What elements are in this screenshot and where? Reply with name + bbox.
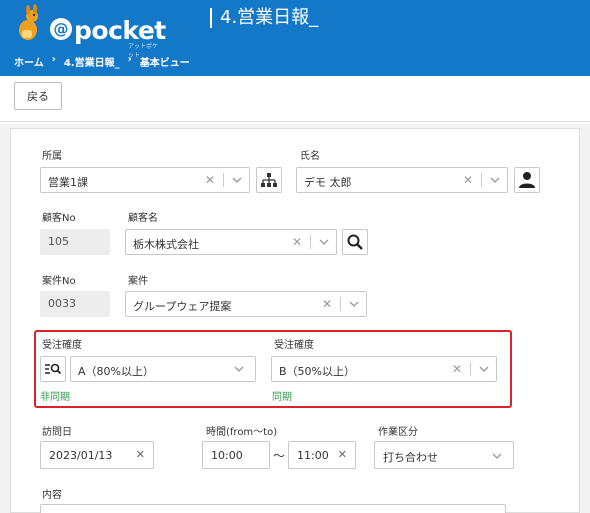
divider	[310, 235, 311, 249]
work-type-label: 作業区分	[378, 427, 418, 438]
name-label: 氏名	[300, 151, 320, 162]
customer-no-field: 105	[40, 229, 110, 255]
name-select[interactable]: デモ 太郎 ✕	[296, 167, 508, 193]
certainty-left-value: A（80%以上）	[78, 365, 154, 378]
org-chart-icon	[261, 173, 277, 187]
breadcrumb-view: 基本ビュー	[139, 58, 190, 69]
clear-icon[interactable]: ✕	[322, 297, 332, 311]
divider	[223, 173, 224, 187]
certainty-right-value: B（50%以上）	[279, 365, 355, 378]
divider	[470, 362, 471, 376]
clear-icon[interactable]: ✕	[136, 448, 145, 461]
time-range-separator: ～	[273, 449, 286, 463]
chevron-down-icon[interactable]	[478, 363, 490, 375]
clear-icon[interactable]: ✕	[452, 362, 462, 376]
toolbar	[0, 76, 590, 122]
async-label: 非同期	[40, 392, 70, 403]
visit-date-label: 訪問日	[42, 427, 72, 438]
logo-at-mark: @	[50, 18, 72, 40]
pocket-logo[interactable]: @ pocket アットポケット	[10, 4, 166, 59]
clear-icon[interactable]: ✕	[463, 173, 473, 187]
case-no-label: 案件No	[42, 276, 76, 287]
customer-search-button[interactable]	[342, 229, 368, 255]
certainty-left-select[interactable]: A（80%以上）	[70, 356, 256, 382]
department-value: 営業1課	[48, 176, 88, 189]
visit-date-input[interactable]: 2023/01/13 ✕	[40, 441, 154, 469]
clear-icon[interactable]: ✕	[292, 235, 302, 249]
customer-name-select[interactable]: 栃木株式会社 ✕	[125, 229, 337, 255]
divider	[340, 297, 341, 311]
user-picker-button[interactable]	[514, 167, 540, 193]
visit-date-value: 2023/01/13	[49, 449, 113, 462]
chevron-down-icon[interactable]	[231, 174, 243, 186]
divider	[481, 173, 482, 187]
app-header: @ pocket アットポケット 4.営業日報_ ホーム › 4.営業日報_ ›…	[0, 0, 590, 76]
case-value: グループウェア提案	[133, 300, 232, 313]
case-no-field: 0033	[40, 291, 110, 317]
time-from-value: 10:00	[211, 449, 243, 462]
name-value: デモ 太郎	[304, 176, 352, 189]
breadcrumb: ホーム › 4.営業日報_ › 基本ビュー	[14, 54, 190, 69]
certainty-lookup-button[interactable]	[40, 356, 66, 382]
chevron-down-icon[interactable]	[489, 174, 501, 186]
clear-icon[interactable]: ✕	[205, 173, 215, 187]
case-no-value: 0033	[48, 297, 76, 310]
content-label: 内容	[42, 490, 62, 501]
department-select[interactable]: 営業1課 ✕	[40, 167, 250, 193]
content-textarea[interactable]	[40, 504, 506, 513]
breadcrumb-separator: ›	[127, 54, 132, 65]
certainty-left-label: 受注確度	[42, 340, 82, 351]
case-label: 案件	[128, 276, 148, 287]
chevron-down-icon[interactable]	[233, 363, 245, 375]
customer-no-value: 105	[48, 235, 69, 248]
department-label: 所属	[42, 151, 62, 162]
customer-name-value: 栃木株式会社	[133, 238, 199, 251]
chevron-down-icon[interactable]	[491, 450, 503, 462]
sync-label: 同期	[272, 392, 292, 403]
time-to-input[interactable]: 11:00 ✕	[288, 441, 356, 469]
page-title: 4.営業日報_	[210, 8, 318, 28]
chevron-down-icon[interactable]	[348, 298, 360, 310]
customer-name-label: 顧客名	[128, 213, 158, 224]
breadcrumb-separator: ›	[51, 54, 56, 65]
time-to-value: 11:00	[297, 449, 329, 462]
time-label: 時間(from～to)	[206, 427, 278, 438]
work-type-select[interactable]: 打ち合わせ	[374, 441, 514, 469]
org-tree-button[interactable]	[256, 167, 282, 193]
certainty-right-select[interactable]: B（50%以上） ✕	[271, 356, 497, 382]
breadcrumb-report[interactable]: 4.営業日報_	[64, 54, 120, 69]
case-select[interactable]: グループウェア提案 ✕	[125, 291, 367, 317]
work-type-value: 打ち合わせ	[383, 451, 438, 464]
back-button[interactable]: 戻る	[14, 82, 62, 110]
certainty-right-label: 受注確度	[274, 340, 314, 351]
user-icon	[519, 172, 535, 188]
list-search-icon	[45, 363, 62, 375]
chevron-down-icon[interactable]	[318, 236, 330, 248]
search-icon	[347, 234, 363, 250]
breadcrumb-home[interactable]: ホーム	[14, 54, 44, 69]
time-from-input[interactable]: 10:00	[202, 441, 270, 469]
kangaroo-icon	[19, 4, 38, 40]
clear-icon[interactable]: ✕	[338, 448, 347, 461]
customer-no-label: 顧客No	[42, 213, 76, 224]
